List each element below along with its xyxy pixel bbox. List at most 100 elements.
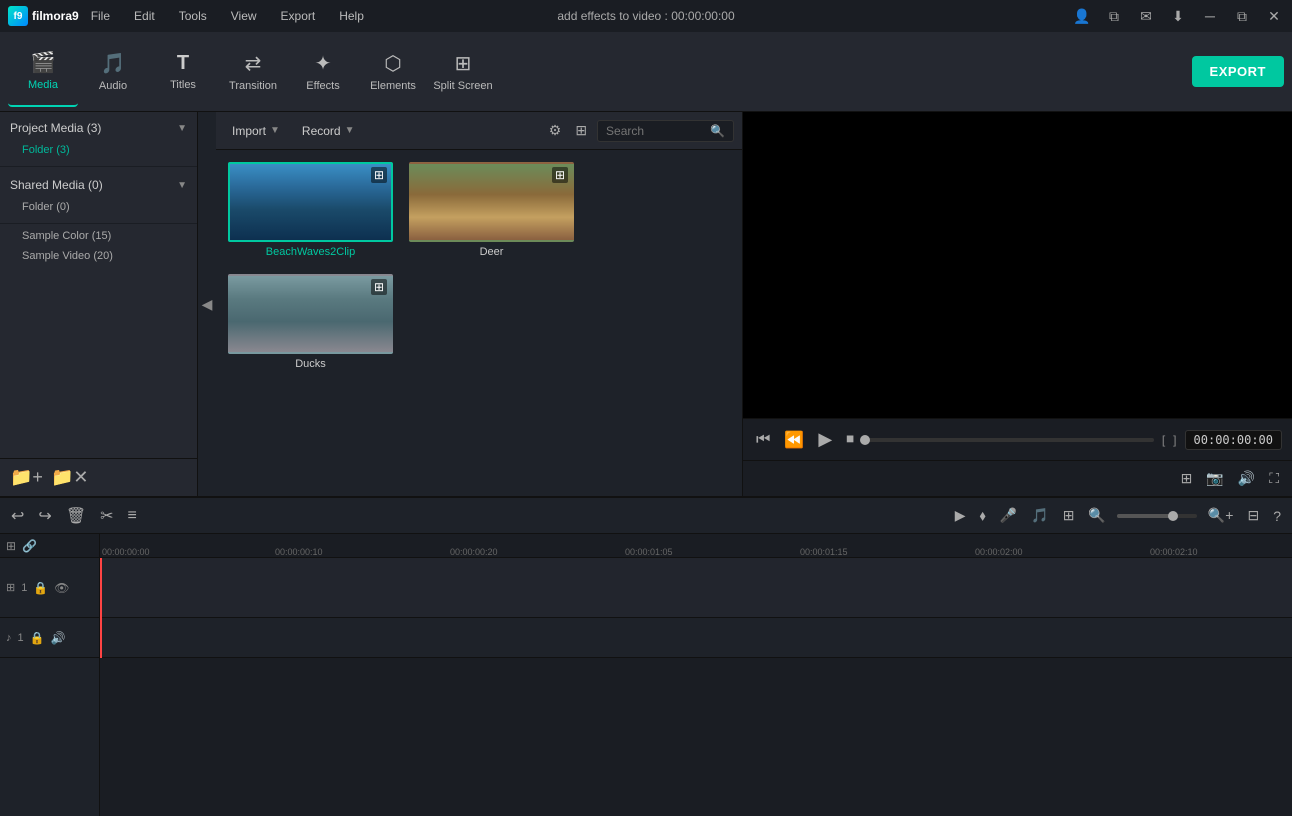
sidebar-item-sample-video[interactable]: Sample Video (20) xyxy=(0,246,197,266)
preview-volume-button[interactable]: 🔊 xyxy=(1235,467,1258,490)
screens-icon[interactable]: ⧉ xyxy=(1104,6,1124,26)
shared-media-header[interactable]: Shared Media (0) ▼ xyxy=(0,173,197,197)
video-track-1-row[interactable] xyxy=(100,558,1292,618)
preview-toolbar: ⊞ 📷 🔊 ⛶ xyxy=(743,460,1292,496)
titles-label: Titles xyxy=(170,79,196,91)
video-track-1-visible[interactable]: 👁 xyxy=(54,581,69,595)
ruler-mark-1: 00:00:00:10 xyxy=(275,547,323,557)
preview-snapshot-button[interactable]: 📷 xyxy=(1203,467,1226,490)
close-button[interactable]: ✕ xyxy=(1264,6,1284,26)
timeline-play-button[interactable]: ▶ xyxy=(952,504,969,527)
audio-track-1-number: 1 xyxy=(18,632,24,644)
app-logo: f9 filmora9 xyxy=(8,6,79,26)
audio-track-1-row[interactable] xyxy=(100,618,1292,658)
audio-track-1-lock[interactable]: 🔒 xyxy=(30,631,45,645)
deer-grid-icon: ⊞ xyxy=(552,167,568,183)
preview-progress-bar[interactable] xyxy=(865,438,1154,442)
sidebar: Project Media (3) ▼ Folder (3) Shared Me… xyxy=(0,112,198,496)
user-icon[interactable]: 👤 xyxy=(1072,6,1092,26)
preview-fullscreen-button[interactable]: ⛶ xyxy=(1266,467,1282,490)
timeline-zoom-out-button[interactable]: 🔍 xyxy=(1085,504,1108,527)
undo-button[interactable]: ↩ xyxy=(8,503,27,529)
ruler-mark-6: 00:00:02:10 xyxy=(1150,547,1198,557)
audio-track-1-label: ♪ 1 🔒 🔊 xyxy=(0,618,99,658)
toolbar-item-audio[interactable]: 🎵 Audio xyxy=(78,37,148,107)
media-item-deer[interactable]: ⊞ Deer xyxy=(409,162,574,258)
menu-view[interactable]: View xyxy=(227,7,261,25)
timeline-mark-in-button[interactable]: ⬧ xyxy=(977,504,989,527)
shared-media-chevron: ▼ xyxy=(177,180,187,191)
mail-icon[interactable]: ✉ xyxy=(1136,6,1156,26)
toolbar-item-titles[interactable]: T Titles xyxy=(148,37,218,107)
menu-file[interactable]: File xyxy=(87,7,114,25)
preview-stop-button[interactable]: ⏹ xyxy=(843,428,857,452)
record-chevron: ▼ xyxy=(345,125,355,136)
cut-button[interactable]: ✂ xyxy=(97,503,116,529)
menu-help[interactable]: Help xyxy=(335,7,368,25)
video-track-1-lock[interactable]: 🔒 xyxy=(33,581,48,595)
toolbar-item-media[interactable]: 🎬 Media xyxy=(8,37,78,107)
media-thumb-ducks: ⊞ xyxy=(228,274,393,354)
collapse-panel-button[interactable]: ◀ xyxy=(198,112,216,496)
toolbar-item-effects[interactable]: ✦ Effects xyxy=(288,37,358,107)
adjust-button[interactable]: ≡ xyxy=(125,504,140,528)
sidebar-item-sample-color[interactable]: Sample Color (15) xyxy=(0,226,197,246)
timeline-link-button[interactable]: 🔗 xyxy=(22,539,37,553)
transition-icon: ⇄ xyxy=(245,51,262,76)
timeline-zoom-in-button[interactable]: 🔍+ xyxy=(1205,504,1237,527)
project-media-header[interactable]: Project Media (3) ▼ xyxy=(0,116,197,140)
preview-skip-back-button[interactable]: ⏮ xyxy=(753,428,773,452)
search-icon: 🔍 xyxy=(710,124,725,138)
transition-label: Transition xyxy=(229,80,277,92)
timeline-audio-button[interactable]: 🎵 xyxy=(1028,504,1051,527)
toolbar-item-split-screen[interactable]: ⊞ Split Screen xyxy=(428,37,498,107)
timeline-snap-button[interactable]: ⊞ xyxy=(6,539,16,553)
toolbar-item-transition[interactable]: ⇄ Transition xyxy=(218,37,288,107)
grid-view-icon[interactable]: ⊞ xyxy=(571,118,591,143)
menu-tools[interactable]: Tools xyxy=(175,7,211,25)
timeline-track-labels: ⊞ 🔗 ⊞ 1 🔒 👁 ♪ 1 🔒 🔊 xyxy=(0,534,100,816)
media-item-ducks[interactable]: ⊞ Ducks xyxy=(228,274,393,370)
preview-step-back-button[interactable]: ⏪ xyxy=(781,427,807,453)
elements-label: Elements xyxy=(370,80,416,92)
preview-progress-dot xyxy=(860,435,870,445)
preview-screen xyxy=(743,112,1292,418)
media-item-beach[interactable]: ⊞ BeachWaves2Clip xyxy=(228,162,393,258)
timeline-zoom-fill xyxy=(1117,514,1173,518)
audio-track-1-sound[interactable]: 🔊 xyxy=(51,631,66,645)
timeline-area: ↩ ↪ 🗑 ✂ ≡ ▶ ⬧ 🎤 🎵 ⊞ 🔍 🔍+ ⊟ ? ⊞ 🔗 ⊞ 1 xyxy=(0,496,1292,816)
beach-label: BeachWaves2Clip xyxy=(266,246,355,258)
deer-grid-overlay: ⊞ xyxy=(552,168,568,182)
timeline-fit-button[interactable]: ⊟ xyxy=(1244,504,1262,527)
ruler-mark-0: 00:00:00:00 xyxy=(102,547,150,557)
shared-media-label: Shared Media (0) xyxy=(10,178,103,192)
restore-button[interactable]: ⧉ xyxy=(1232,6,1252,26)
delete-folder-button[interactable]: 📁✕ xyxy=(51,467,89,488)
import-label: Import xyxy=(232,124,266,138)
timeline-mic-button[interactable]: 🎤 xyxy=(997,504,1020,527)
sidebar-item-folder-0[interactable]: Folder (0) xyxy=(0,197,197,217)
preview-play-button[interactable]: ▶ xyxy=(815,426,835,453)
filter-icon[interactable]: ⚙ xyxy=(545,118,566,143)
menu-export[interactable]: Export xyxy=(277,7,320,25)
record-button[interactable]: Record ▼ xyxy=(294,120,363,142)
toolbar-item-elements[interactable]: ⬡ Elements xyxy=(358,37,428,107)
menu-edit[interactable]: Edit xyxy=(130,7,159,25)
timeline-help-button[interactable]: ? xyxy=(1270,505,1284,527)
record-label: Record xyxy=(302,124,341,138)
timeline-tracks-area[interactable]: 00:00:00:00 00:00:00:10 00:00:00:20 00:0… xyxy=(100,534,1292,816)
export-button[interactable]: EXPORT xyxy=(1192,56,1284,87)
sidebar-item-folder-3[interactable]: Folder (3) xyxy=(0,140,197,160)
add-folder-button[interactable]: 📁+ xyxy=(10,467,43,488)
download-icon[interactable]: ⬇ xyxy=(1168,6,1188,26)
minimize-button[interactable]: ─ xyxy=(1200,6,1220,26)
preview-screen-mode-button[interactable]: ⊞ xyxy=(1178,467,1196,490)
import-button[interactable]: Import ▼ xyxy=(224,120,288,142)
redo-button[interactable]: ↪ xyxy=(35,503,54,529)
timeline-insert-button[interactable]: ⊞ xyxy=(1060,504,1078,527)
preview-panel: ⏮ ⏪ ▶ ⏹ [ ] 00:00:00:00 ⊞ 📷 🔊 ⛶ xyxy=(742,112,1292,496)
timeline-zoom-slider[interactable] xyxy=(1117,514,1197,518)
search-input[interactable] xyxy=(606,124,706,138)
media-grid: ⊞ BeachWaves2Clip ⊞ Deer ⊞ xyxy=(216,150,742,496)
delete-button[interactable]: 🗑 xyxy=(63,503,89,529)
